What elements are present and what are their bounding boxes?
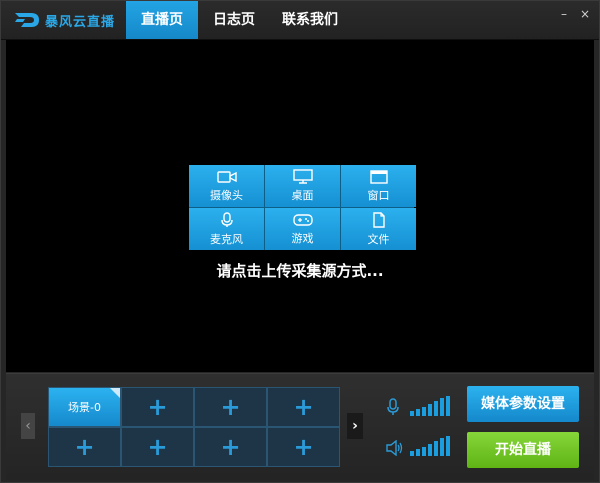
- scene-next-button[interactable]: ›: [347, 413, 363, 439]
- scene-grid: 场景-0 + + + + + + +: [48, 387, 340, 467]
- mic-level-meter: [410, 396, 450, 416]
- source-grid: 摄像头 桌面 窗口 麦克风 游戏 文件: [189, 165, 416, 250]
- source-label: 文件: [367, 232, 390, 246]
- tab-contact[interactable]: 联系我们: [270, 1, 350, 39]
- start-live-button[interactable]: 开始直播: [467, 432, 579, 468]
- add-scene-button[interactable]: +: [121, 387, 194, 427]
- logo-icon: [13, 10, 41, 30]
- camera-icon: [216, 170, 237, 183]
- speaker-level-meter: [410, 436, 450, 456]
- scene-0[interactable]: 场景-0: [48, 387, 121, 427]
- app-window: 暴风云直播 直播页 日志页 联系我们 – × 摄像头 桌面 窗口 麦克风 游戏 …: [0, 0, 600, 483]
- add-scene-button[interactable]: +: [121, 427, 194, 467]
- control-panel: ‹ 场景-0 + + + + + + + › 媒体参数设置 开始直播: [6, 373, 594, 480]
- monitor-icon: [292, 169, 313, 184]
- source-window[interactable]: 窗口: [341, 165, 416, 207]
- microphone-icon: [220, 211, 233, 227]
- source-label: 窗口: [367, 188, 390, 202]
- add-scene-button[interactable]: +: [267, 427, 340, 467]
- source-microphone[interactable]: 麦克风: [189, 208, 264, 250]
- source-label: 游戏: [291, 231, 314, 245]
- source-file[interactable]: 文件: [341, 208, 416, 250]
- source-game[interactable]: 游戏: [265, 208, 340, 250]
- add-scene-button[interactable]: +: [194, 387, 267, 427]
- gamepad-icon: [292, 213, 313, 226]
- app-logo: 暴风云直播: [13, 9, 123, 31]
- tab-live[interactable]: 直播页: [126, 1, 198, 39]
- microphone-icon[interactable]: [386, 398, 400, 420]
- add-scene-button[interactable]: +: [267, 387, 340, 427]
- source-prompt: 请点击上传采集源方式...: [216, 262, 384, 280]
- close-button[interactable]: ×: [577, 7, 593, 21]
- source-desktop[interactable]: 桌面: [265, 165, 340, 207]
- tab-log[interactable]: 日志页: [198, 1, 270, 39]
- media-settings-button[interactable]: 媒体参数设置: [467, 386, 579, 422]
- scene-prev-button[interactable]: ‹: [21, 413, 35, 439]
- title-bar: 暴风云直播 直播页 日志页 联系我们 – ×: [1, 1, 599, 40]
- add-scene-button[interactable]: +: [48, 427, 121, 467]
- source-label: 摄像头: [210, 188, 243, 202]
- app-name: 暴风云直播: [45, 14, 116, 30]
- source-camera[interactable]: 摄像头: [189, 165, 264, 207]
- source-label: 麦克风: [210, 232, 243, 246]
- source-label: 桌面: [291, 189, 314, 202]
- add-scene-button[interactable]: +: [194, 427, 267, 467]
- speaker-icon[interactable]: [386, 439, 404, 460]
- minimize-button[interactable]: –: [556, 7, 572, 21]
- window-icon: [369, 169, 388, 184]
- preview-area: 摄像头 桌面 窗口 麦克风 游戏 文件 请点击上传采集源方式...: [6, 40, 594, 372]
- file-icon: [372, 211, 385, 228]
